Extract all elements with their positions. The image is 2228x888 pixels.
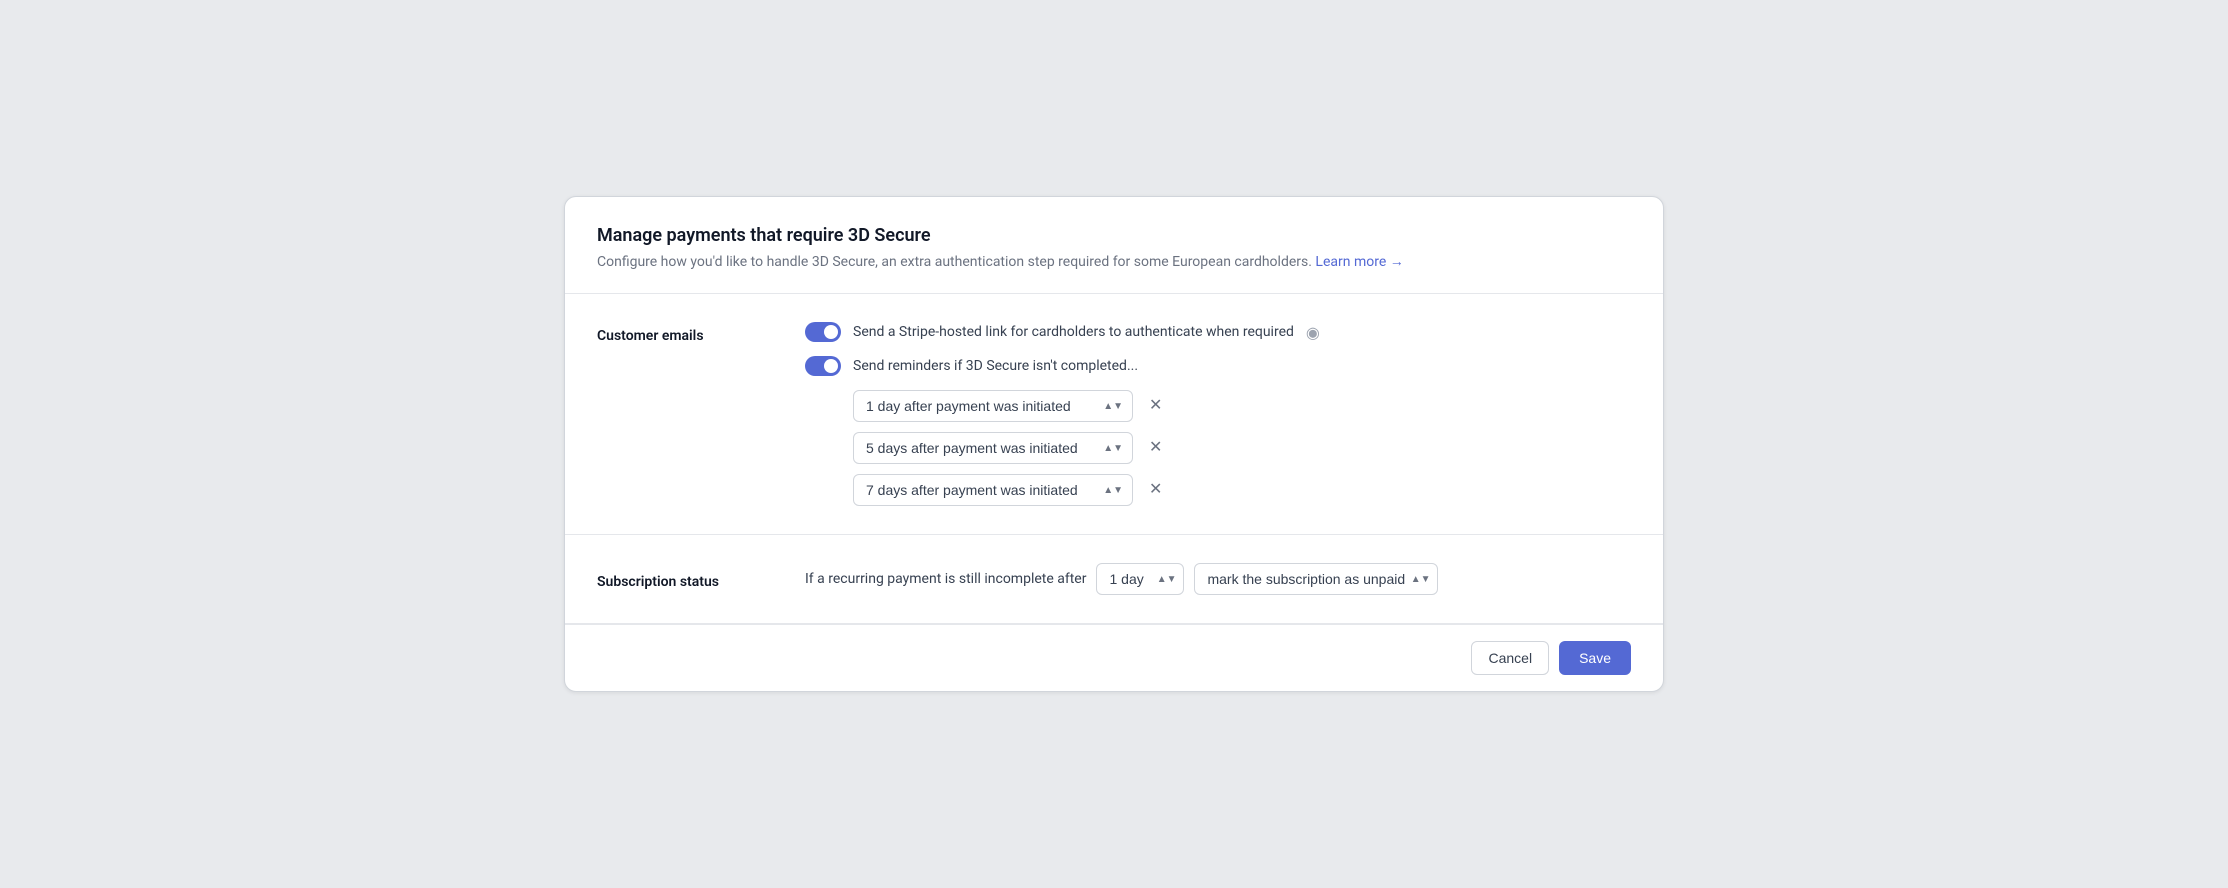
section-header: Manage payments that require 3D Secure C… bbox=[565, 197, 1663, 293]
toggle-stripe-link-label: Send a Stripe-hosted link for cardholder… bbox=[853, 324, 1294, 340]
remove-reminder-3-button[interactable]: ✕ bbox=[1143, 478, 1168, 502]
customer-emails-label: Customer emails bbox=[597, 322, 757, 344]
card-footer: Cancel Save bbox=[565, 624, 1663, 691]
manage-3d-secure-card: Manage payments that require 3D Secure C… bbox=[564, 196, 1664, 692]
reminder-rows: 1 day after payment was initiated 5 days… bbox=[853, 390, 1631, 506]
day-select[interactable]: 1 day 2 days 3 days 7 days bbox=[1096, 563, 1184, 595]
reminder-select-wrapper-3: 1 day after payment was initiated 5 days… bbox=[853, 474, 1133, 506]
learn-more-link[interactable]: Learn more → bbox=[1315, 254, 1403, 270]
toggle-reminders-slider bbox=[805, 356, 841, 376]
subscription-status-label: Subscription status bbox=[597, 568, 757, 590]
day-select-wrapper: 1 day 2 days 3 days 7 days ▲▼ bbox=[1096, 563, 1184, 595]
reminder-select-wrapper-1: 1 day after payment was initiated 5 days… bbox=[853, 390, 1133, 422]
status-action-select[interactable]: mark the subscription as unpaid cancel t… bbox=[1194, 563, 1438, 595]
reminder-row-2: 1 day after payment was initiated 5 days… bbox=[853, 432, 1631, 464]
toggle-stripe-link-slider bbox=[805, 322, 841, 342]
subscription-controls: If a recurring payment is still incomple… bbox=[805, 563, 1438, 595]
toggle-stripe-link[interactable] bbox=[805, 322, 841, 342]
status-select-wrapper: mark the subscription as unpaid cancel t… bbox=[1194, 563, 1438, 595]
remove-reminder-1-button[interactable]: ✕ bbox=[1143, 394, 1168, 418]
toggle-reminders-label: Send reminders if 3D Secure isn't comple… bbox=[853, 358, 1138, 374]
save-button[interactable]: Save bbox=[1559, 641, 1631, 675]
reminder-row-3: 1 day after payment was initiated 5 days… bbox=[853, 474, 1631, 506]
toggle-stripe-link-row: Send a Stripe-hosted link for cardholder… bbox=[805, 322, 1631, 342]
customer-emails-controls: Send a Stripe-hosted link for cardholder… bbox=[805, 322, 1631, 506]
toggle-reminders[interactable] bbox=[805, 356, 841, 376]
reminder-select-1[interactable]: 1 day after payment was initiated 5 days… bbox=[853, 390, 1133, 422]
toggle-reminders-row: Send reminders if 3D Secure isn't comple… bbox=[805, 356, 1631, 376]
customer-emails-section: Customer emails Send a Stripe-hosted lin… bbox=[565, 294, 1663, 534]
reminder-select-wrapper-2: 1 day after payment was initiated 5 days… bbox=[853, 432, 1133, 464]
eye-icon[interactable]: ◉ bbox=[1306, 323, 1320, 342]
remove-reminder-2-button[interactable]: ✕ bbox=[1143, 436, 1168, 460]
page-subtitle: Configure how you'd like to handle 3D Se… bbox=[597, 252, 1631, 273]
reminder-select-3[interactable]: 1 day after payment was initiated 5 days… bbox=[853, 474, 1133, 506]
reminder-row-1: 1 day after payment was initiated 5 days… bbox=[853, 390, 1631, 422]
cancel-button[interactable]: Cancel bbox=[1471, 641, 1549, 675]
reminder-select-2[interactable]: 1 day after payment was initiated 5 days… bbox=[853, 432, 1133, 464]
page-title: Manage payments that require 3D Secure bbox=[597, 225, 1631, 246]
subscription-status-section: Subscription status If a recurring payme… bbox=[565, 535, 1663, 623]
subscription-prefix-text: If a recurring payment is still incomple… bbox=[805, 571, 1086, 587]
